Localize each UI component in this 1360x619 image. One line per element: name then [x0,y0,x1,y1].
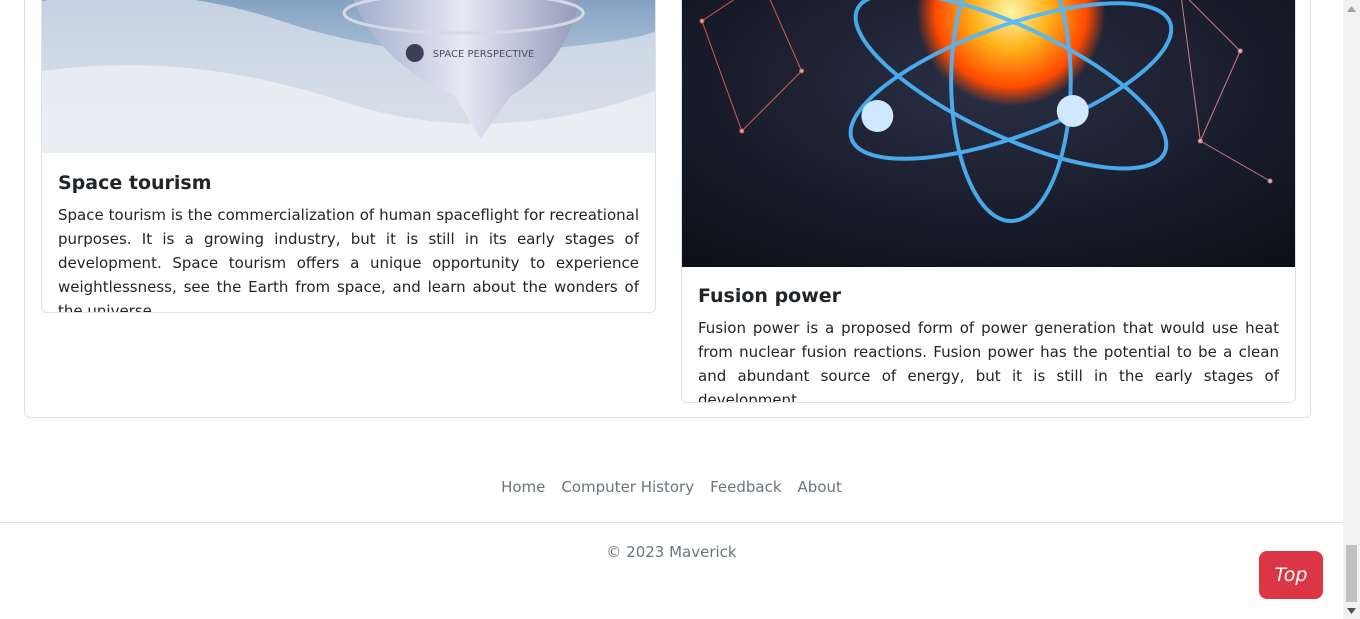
card-space-tourism: SPACE PERSPECTIVE Space tourism Space to… [41,0,656,313]
card-title: Space tourism [58,172,212,194]
card-text: Space tourism is the commercialization o… [58,206,639,313]
footer-link-feedback[interactable]: Feedback [710,474,781,500]
footer-divider [0,522,1343,523]
card-title: Fusion power [698,285,842,307]
scroll-down-arrow-icon[interactable] [1343,602,1360,619]
vertical-scrollbar[interactable] [1343,0,1360,619]
scrollbar-thumb[interactable] [1346,545,1357,602]
card-text: Fusion power is a proposed form of power… [698,319,1279,403]
copyright-text: © 2023 Maverick [606,543,737,561]
card-fusion-power: Fusion power Fusion power is a proposed … [681,0,1296,403]
footer-link-computer-history[interactable]: Computer History [561,474,694,500]
page: SPACE PERSPECTIVE Space tourism Space to… [0,0,1343,619]
space-tourism-image: SPACE PERSPECTIVE [42,0,655,153]
fusion-power-image [682,0,1295,267]
capsule-brand-text: SPACE PERSPECTIVE [433,49,535,60]
footer-link-home[interactable]: Home [501,474,545,500]
scroll-up-arrow-icon[interactable] [1343,0,1360,17]
footer-nav: Home Computer History Feedback About [0,474,1343,500]
back-to-top-button[interactable]: Top [1259,551,1323,599]
footer-link-about[interactable]: About [798,474,842,500]
